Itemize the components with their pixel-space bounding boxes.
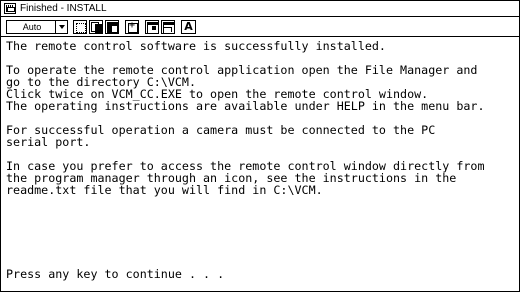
font-icon-glyph: A [184, 20, 193, 33]
console-window: Finished - INSTALL Auto A The remote con… [0, 0, 520, 292]
msdos-window-icon[interactable] [4, 3, 16, 14]
dropdown-arrow-icon[interactable] [55, 21, 67, 33]
console-prompt: Press any key to continue . . . [6, 267, 225, 281]
console-line: The remote control software is successfu… [6, 39, 386, 53]
font-size-value: Auto [22, 22, 42, 32]
full-screen-icon[interactable] [125, 19, 139, 34]
window-title: Finished - INSTALL [20, 3, 107, 14]
title-bar[interactable]: Finished - INSTALL [1, 1, 519, 17]
font-size-select[interactable]: Auto [6, 20, 68, 34]
paste-icon[interactable] [105, 20, 119, 34]
font-icon[interactable]: A [181, 20, 196, 34]
console-line: readme.txt file that you will find in C:… [6, 183, 323, 197]
copy-icon[interactable] [89, 20, 103, 34]
mark-icon[interactable] [73, 20, 87, 34]
console-line: The operating instructions are available… [6, 99, 485, 113]
console-line: serial port. [6, 135, 91, 149]
background-icon[interactable] [161, 20, 175, 34]
properties-icon[interactable] [145, 20, 159, 34]
console-output[interactable]: The remote control software is successfu… [1, 38, 519, 291]
toolbar: Auto A [1, 17, 519, 37]
